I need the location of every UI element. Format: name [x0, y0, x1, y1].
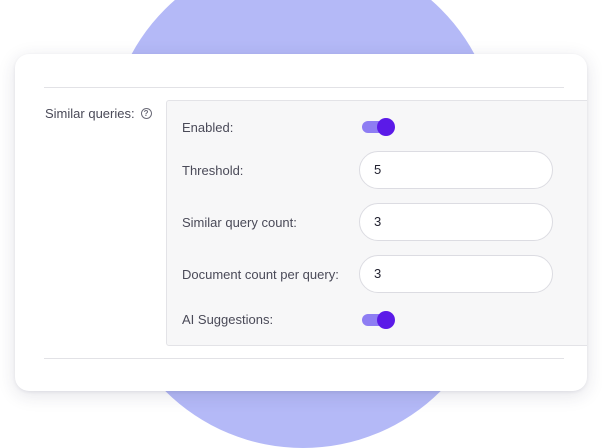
enabled-label: Enabled: [182, 120, 234, 135]
similar-query-count-input[interactable]: 3 [359, 203, 553, 241]
ai-suggestions-toggle[interactable] [362, 311, 395, 329]
bottom-divider [44, 358, 564, 359]
similar-queries-section-label: Similar queries: ? [45, 106, 152, 121]
help-circle-icon[interactable]: ? [140, 108, 152, 119]
threshold-label: Threshold: [182, 163, 244, 178]
document-count-per-query-label: Document count per query: [182, 267, 339, 282]
similar-queries-panel: Enabled: Threshold: 5 Similar query coun… [166, 100, 587, 346]
ai-suggestions-label: AI Suggestions: [182, 312, 274, 327]
toggle-knob [377, 311, 395, 329]
settings-card: Similar queries: ? Enabled: Threshold: 5… [15, 54, 587, 391]
threshold-input[interactable]: 5 [359, 151, 553, 189]
section-label-text: Similar queries: [45, 106, 135, 121]
document-count-per-query-input[interactable]: 3 [359, 255, 553, 293]
top-divider [44, 87, 564, 88]
toggle-knob [377, 118, 395, 136]
similar-query-count-label: Similar query count: [182, 215, 297, 230]
enabled-toggle[interactable] [362, 118, 395, 136]
